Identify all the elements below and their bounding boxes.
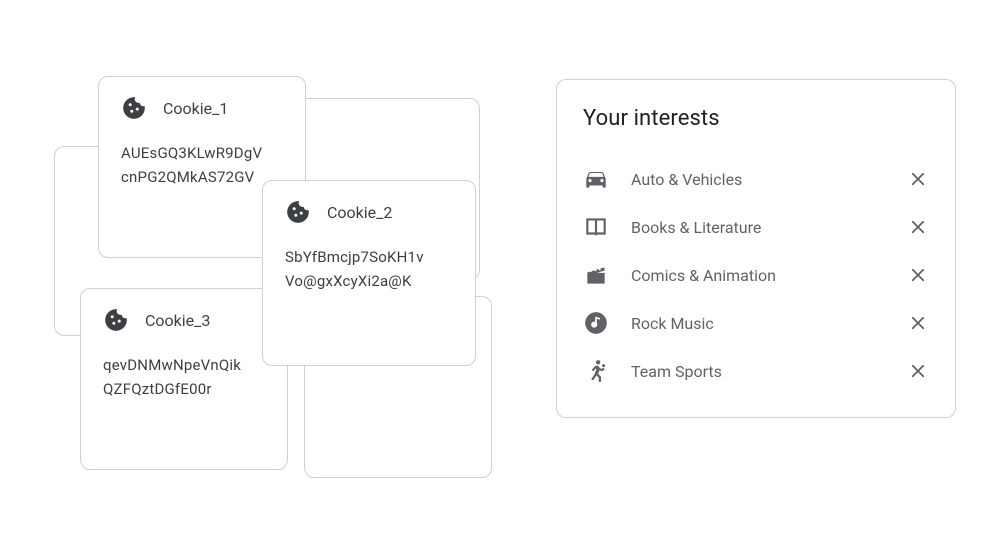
sports-icon <box>583 358 609 384</box>
cookie-icon <box>285 199 311 225</box>
music-icon <box>583 310 609 336</box>
remove-interest-button[interactable] <box>907 264 929 286</box>
remove-interest-button[interactable] <box>907 312 929 334</box>
cookie-card-2: Cookie_2 SbYfBmcjp7SoKH1v Vo@gxXcyXi2a@K <box>262 180 476 366</box>
interest-row-sports: Team Sports <box>583 347 929 395</box>
clapper-icon <box>583 262 609 288</box>
interest-label: Rock Music <box>631 314 885 333</box>
cookie-value: AUEsGQ3KLwR9DgV cnPG2QMkAS72GV <box>121 141 283 189</box>
cookie-card-3: Cookie_3 qevDNMwNpeVnQik QZFQztDGfE00r <box>80 288 288 470</box>
interest-row-music: Rock Music <box>583 299 929 347</box>
remove-interest-button[interactable] <box>907 168 929 190</box>
remove-interest-button[interactable] <box>907 216 929 238</box>
interest-label: Comics & Animation <box>631 266 885 285</box>
cookie-value: qevDNMwNpeVnQik QZFQztDGfE00r <box>103 353 265 401</box>
interest-row-auto: Auto & Vehicles <box>583 155 929 203</box>
interest-label: Team Sports <box>631 362 885 381</box>
cookie-stack: Cookie_1 AUEsGQ3KLwR9DgV cnPG2QMkAS72GV … <box>54 62 494 502</box>
interests-title: Your interests <box>583 106 929 131</box>
interest-row-comics: Comics & Animation <box>583 251 929 299</box>
cookie-icon <box>103 307 129 333</box>
interest-label: Auto & Vehicles <box>631 170 885 189</box>
cookie-icon <box>121 95 147 121</box>
interest-row-books: Books & Literature <box>583 203 929 251</box>
remove-interest-button[interactable] <box>907 360 929 382</box>
cookie-name: Cookie_2 <box>327 203 392 222</box>
cookie-value: SbYfBmcjp7SoKH1v Vo@gxXcyXi2a@K <box>285 245 453 293</box>
cookie-name: Cookie_1 <box>163 99 228 118</box>
book-icon <box>583 214 609 240</box>
car-icon <box>583 166 609 192</box>
cookie-name: Cookie_3 <box>145 311 210 330</box>
interest-label: Books & Literature <box>631 218 885 237</box>
interests-panel: Your interests Auto & Vehicles Books & L… <box>556 79 956 418</box>
